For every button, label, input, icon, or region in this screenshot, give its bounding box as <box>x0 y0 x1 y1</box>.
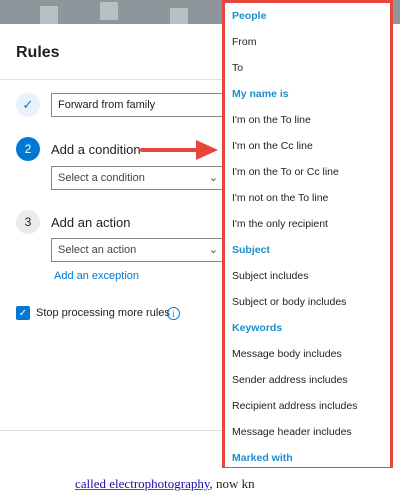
chevron-down-icon: ⌄ <box>208 172 218 184</box>
dropdown-option[interactable]: I'm on the To line <box>232 114 311 126</box>
divider <box>0 430 225 431</box>
condition-select-value: Select a condition <box>58 172 145 184</box>
background-document-link[interactable]: called electrophotography <box>75 476 210 491</box>
background-document-text: called electrophotography, now kn <box>75 476 255 492</box>
dropdown-option[interactable]: I'm not on the To line <box>232 192 328 204</box>
background-decoration <box>100 2 118 20</box>
dropdown-option[interactable]: Recipient address includes <box>232 400 358 412</box>
dropdown-option[interactable]: From <box>232 36 257 48</box>
condition-select[interactable]: Select a condition ⌄ <box>51 166 223 190</box>
dropdown-option[interactable]: I'm on the To or Cc line <box>232 166 339 178</box>
background-decoration <box>170 8 188 24</box>
stop-processing-checkbox[interactable]: ✓ <box>16 306 30 320</box>
dropdown-option[interactable]: To <box>232 62 243 74</box>
action-select-value: Select an action <box>58 244 137 256</box>
dropdown-group-header: Subject <box>232 244 270 256</box>
add-action-label: Add an action <box>51 215 131 230</box>
chevron-down-icon: ⌄ <box>208 244 218 256</box>
add-condition-label: Add a condition <box>51 142 141 157</box>
dropdown-option[interactable]: Subject includes <box>232 270 308 282</box>
divider <box>0 79 225 80</box>
step-number-2: 2 <box>16 137 40 161</box>
background-document: called electrophotography, now kn <box>0 468 400 500</box>
dropdown-group-header: People <box>232 10 267 22</box>
action-select[interactable]: Select an action ⌄ <box>51 238 223 262</box>
info-icon[interactable]: i <box>167 307 180 320</box>
dropdown-group-header: Marked with <box>232 452 293 464</box>
dropdown-option[interactable]: Message header includes <box>232 426 352 438</box>
page-title: Rules <box>16 44 60 61</box>
rules-panel: Rules ✓ Forward from family 2 Add a cond… <box>0 24 227 444</box>
red-arrow-annotation <box>140 140 218 160</box>
stop-processing-label: Stop processing more rules <box>36 307 170 319</box>
background-document-trailing: , now kn <box>209 476 255 491</box>
dropdown-group-header: My name is <box>232 88 289 100</box>
add-exception-link[interactable]: Add an exception <box>54 270 139 282</box>
background-decoration <box>40 6 58 24</box>
checkmark-icon: ✓ <box>16 93 40 117</box>
dropdown-option[interactable]: I'm on the Cc line <box>232 140 313 152</box>
dropdown-group-header: Keywords <box>232 322 283 334</box>
dropdown-option[interactable]: Message body includes <box>232 348 342 360</box>
dropdown-option[interactable]: Subject or body includes <box>232 296 346 308</box>
dropdown-option[interactable]: Sender address includes <box>232 374 348 386</box>
step-number-3: 3 <box>16 210 40 234</box>
dropdown-option[interactable]: I'm the only recipient <box>232 218 328 230</box>
rule-name-field[interactable]: Forward from family <box>51 93 227 117</box>
condition-dropdown-menu: People From To My name is I'm on the To line… <box>222 0 393 470</box>
